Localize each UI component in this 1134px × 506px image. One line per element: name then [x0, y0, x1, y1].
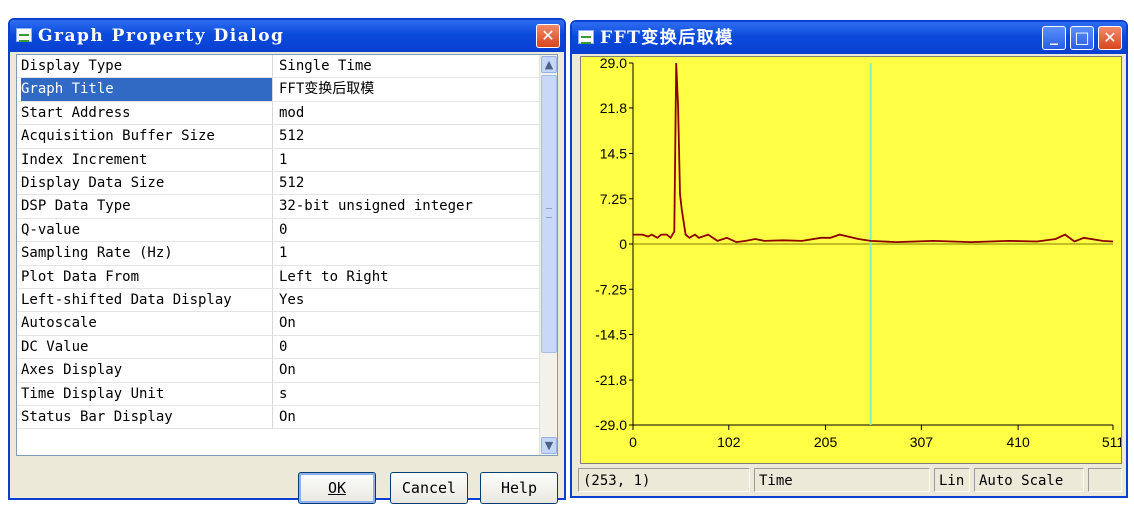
maximize-button[interactable]: □: [1070, 26, 1094, 50]
property-name: Display Data Size: [21, 172, 273, 195]
graph-window-title: FFT变换后取模: [600, 28, 734, 48]
property-name: Index Increment: [21, 148, 273, 171]
property-grid: ▲ ▼ Display Type Single Time Graph Title FF…: [16, 54, 558, 456]
property-value[interactable]: 1: [279, 149, 287, 172]
x-tick-label: 410: [1006, 434, 1030, 450]
status-scale-type: Lin: [934, 468, 970, 492]
property-value[interactable]: Yes: [279, 289, 304, 312]
property-value[interactable]: On: [279, 312, 296, 335]
property-grid-scrollbar[interactable]: ▲ ▼: [539, 55, 557, 455]
dialog-close-button[interactable]: ✕: [536, 24, 560, 48]
property-value[interactable]: 1: [279, 242, 287, 265]
graph-close-button[interactable]: ✕: [1098, 26, 1122, 50]
minimize-button[interactable]: _: [1042, 26, 1066, 50]
ok-button-label: OK: [327, 479, 347, 497]
property-row[interactable]: Q-value 0: [17, 218, 541, 243]
property-row[interactable]: Autoscale On: [17, 312, 541, 336]
x-tick-label: 205: [814, 434, 838, 450]
property-row[interactable]: Time Display Unit s: [17, 382, 541, 406]
property-name: DC Value: [21, 335, 273, 359]
property-row[interactable]: Sampling Rate (Hz) 1: [17, 242, 541, 266]
y-tick-label: -21.8: [595, 372, 627, 388]
property-name: Display Type: [21, 55, 273, 78]
property-row[interactable]: Display Data Size 512: [17, 172, 541, 196]
property-value[interactable]: Single Time: [279, 55, 372, 78]
property-value[interactable]: On: [279, 359, 296, 382]
scroll-down-button[interactable]: ▼: [541, 437, 557, 454]
property-value[interactable]: 32-bit unsigned integer: [279, 195, 473, 218]
x-tick-label: 0: [629, 434, 637, 450]
property-value[interactable]: 512: [279, 125, 304, 148]
property-row[interactable]: Acquisition Buffer Size 512: [17, 125, 541, 149]
plot-area[interactable]: 29.0 21.8 14.5 7.25 0 -7.25 -14.5 -21.8 -29.0 0 10…: [580, 55, 1124, 464]
dialog-title-bar[interactable]: Graph Property Dialog: [10, 20, 564, 52]
y-tick-label: 7.25: [600, 191, 627, 207]
scroll-thumb[interactable]: [541, 75, 557, 353]
status-cursor-coordinates: (253, 1): [578, 468, 750, 492]
property-row[interactable]: Axes Display On: [17, 359, 541, 383]
scroll-up-button[interactable]: ▲: [541, 56, 557, 73]
help-button[interactable]: Help: [480, 472, 558, 504]
property-value[interactable]: 0: [279, 336, 287, 359]
property-name: Graph Title: [21, 78, 273, 101]
graph-window-icon: [578, 30, 594, 44]
property-name: Sampling Rate (Hz): [21, 242, 273, 265]
y-tick-label: 29.0: [600, 57, 627, 71]
y-tick-label: 21.8: [600, 100, 627, 116]
cancel-button[interactable]: Cancel: [390, 472, 468, 504]
property-name: Autoscale: [21, 312, 273, 335]
property-value[interactable]: 512: [279, 172, 304, 195]
property-value[interactable]: mod: [279, 102, 304, 125]
y-tick-label: -14.5: [595, 327, 627, 343]
property-row[interactable]: Plot Data From Left to Right: [17, 265, 541, 289]
status-scale-mode: Auto Scale: [974, 468, 1084, 492]
property-name: Status Bar Display: [21, 406, 273, 429]
property-row[interactable]: DSP Data Type 32-bit unsigned integer: [17, 195, 541, 219]
graph-window-icon: [16, 28, 32, 42]
property-name: Time Display Unit: [21, 382, 273, 405]
y-tick-label: 0: [619, 236, 627, 252]
property-row[interactable]: Display Type Single Time: [17, 55, 541, 79]
property-name: Acquisition Buffer Size: [21, 125, 273, 148]
help-button-label: Help: [500, 479, 538, 497]
property-name: DSP Data Type: [21, 195, 273, 218]
graph-window: FFT变换后取模 _ □ ✕ 29.0 21.8 14.5 7.25 0 -7.25 -14…: [570, 20, 1128, 498]
y-tick-label: -29.0: [595, 417, 627, 433]
status-bar: (253, 1) Time Lin Auto Scale: [578, 468, 1124, 494]
property-name: Left-shifted Data Display: [21, 289, 273, 312]
property-value[interactable]: Left to Right: [279, 266, 389, 289]
property-row[interactable]: DC Value 0: [17, 335, 541, 360]
ok-button[interactable]: OK: [298, 472, 376, 504]
property-row[interactable]: Left-shifted Data Display Yes: [17, 289, 541, 313]
property-value[interactable]: s: [279, 383, 287, 406]
x-tick-label: 511: [1102, 434, 1121, 450]
x-tick-label: 102: [717, 434, 741, 450]
property-row[interactable]: Status Bar Display On: [17, 406, 541, 430]
property-name: Start Address: [21, 101, 273, 125]
fft-magnitude-line: [633, 62, 1114, 244]
property-row[interactable]: Graph Title FFT变换后取模: [17, 78, 541, 102]
status-empty-pane: [1088, 468, 1122, 492]
property-name: Q-value: [21, 218, 273, 242]
property-name: Plot Data From: [21, 265, 273, 288]
cancel-button-label: Cancel: [401, 479, 457, 497]
property-name: Axes Display: [21, 359, 273, 382]
property-value[interactable]: FFT变换后取模: [279, 78, 374, 101]
y-tick-label: 14.5: [600, 146, 627, 162]
property-value[interactable]: On: [279, 406, 296, 429]
fft-chart[interactable]: 29.021.814.57.250-7.25-14.5-21.8-29.00 10…: [581, 55, 1124, 463]
x-tick-label: 307: [910, 434, 934, 450]
property-row[interactable]: Index Increment 1: [17, 148, 541, 172]
property-row[interactable]: Start Address mod: [17, 101, 541, 126]
y-tick-label: -7.25: [595, 281, 627, 297]
property-value[interactable]: 0: [279, 219, 287, 242]
graph-property-dialog: Graph Property Dialog ✕ ▲ ▼ Display Type…: [8, 18, 566, 504]
dialog-title: Graph Property Dialog: [38, 26, 285, 46]
status-axis-unit: Time: [754, 468, 930, 492]
